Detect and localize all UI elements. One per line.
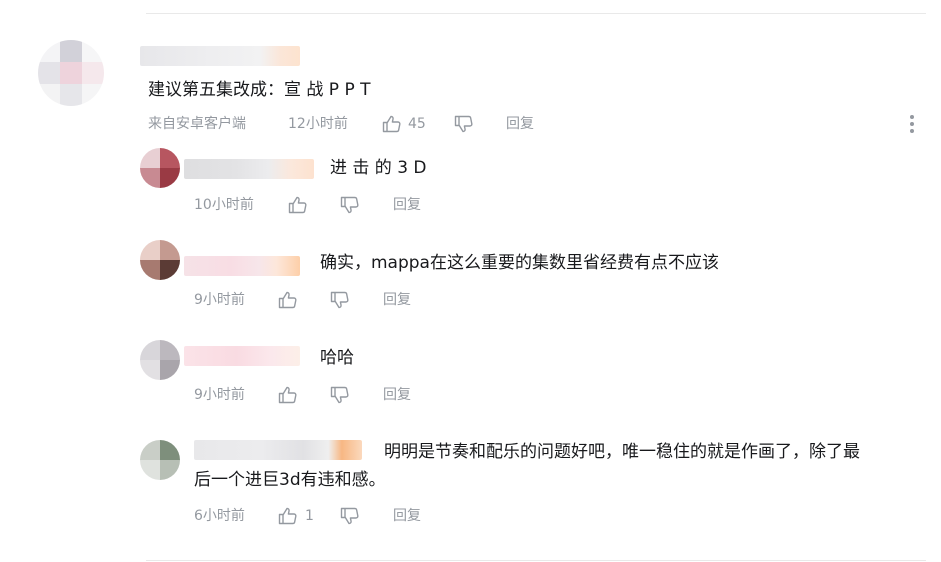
timestamp: 9小时前 [194,387,245,403]
reply-text: 哈哈 [320,348,354,368]
username-blurred[interactable] [184,256,300,276]
avatar[interactable] [140,340,180,380]
username-blurred[interactable] [184,346,300,366]
reply-meta: 9小时前 回复 [194,384,454,406]
reply-button[interactable]: 回复 [383,384,411,406]
username-blurred[interactable] [184,159,314,179]
reply-text: 明明是节奏和配乐的问题好吧，唯一稳住的就是作画了，除了最 后一个进巨3d有违和感… [194,438,924,494]
reply-meta: 6小时前 1 回复 [194,505,454,527]
like-count: 45 [408,116,426,132]
reply-text-line-2: 后一个进巨3d有违和感。 [194,470,386,490]
reply-button[interactable]: 回复 [393,505,421,527]
bottom-divider [146,560,926,561]
thumbs-down-icon[interactable] [330,291,350,316]
avatar[interactable] [140,240,180,280]
thumbs-down-icon[interactable] [454,115,474,140]
timestamp: 6小时前 [194,508,245,524]
timestamp: 9小时前 [194,292,245,308]
like-count: 1 [305,508,314,524]
timestamp: 12小时前 [288,116,348,132]
reply-text: 确实，mappa在这么重要的集数里省经费有点不应该 [320,253,719,273]
reply-meta: 10小时前 回复 [194,194,454,216]
source-label: 来自安卓客户端 [148,116,246,132]
avatar[interactable] [140,440,180,480]
reply-button[interactable]: 回复 [506,113,534,135]
comment-text: 建议第五集改成：宣 战 P P T [148,80,371,100]
timestamp: 10小时前 [194,197,254,213]
avatar[interactable] [38,40,104,106]
top-divider [146,13,926,14]
more-vertical-icon[interactable] [906,113,918,135]
thumbs-up-icon[interactable] [288,196,308,221]
thumbs-down-icon[interactable] [330,386,350,411]
thumbs-down-icon[interactable] [340,507,360,532]
reply-meta: 9小时前 回复 [194,289,454,311]
avatar[interactable] [140,148,180,188]
thumbs-up-icon[interactable] [382,115,402,140]
thumbs-down-icon[interactable] [340,196,360,221]
reply-button[interactable]: 回复 [393,194,421,216]
reply-button[interactable]: 回复 [383,289,411,311]
reply-text-line-1: 明明是节奏和配乐的问题好吧，唯一稳住的就是作画了，除了最 [384,442,860,462]
reply-text: 进 击 的 3 D [330,158,427,178]
username-blurred[interactable] [140,46,300,66]
thumbs-up-icon[interactable] [278,386,298,411]
thumbs-up-icon[interactable] [278,291,298,316]
thumbs-up-icon[interactable] [278,507,298,532]
comment-meta: 来自安卓客户端 12小时前 45 回复 [148,113,568,135]
